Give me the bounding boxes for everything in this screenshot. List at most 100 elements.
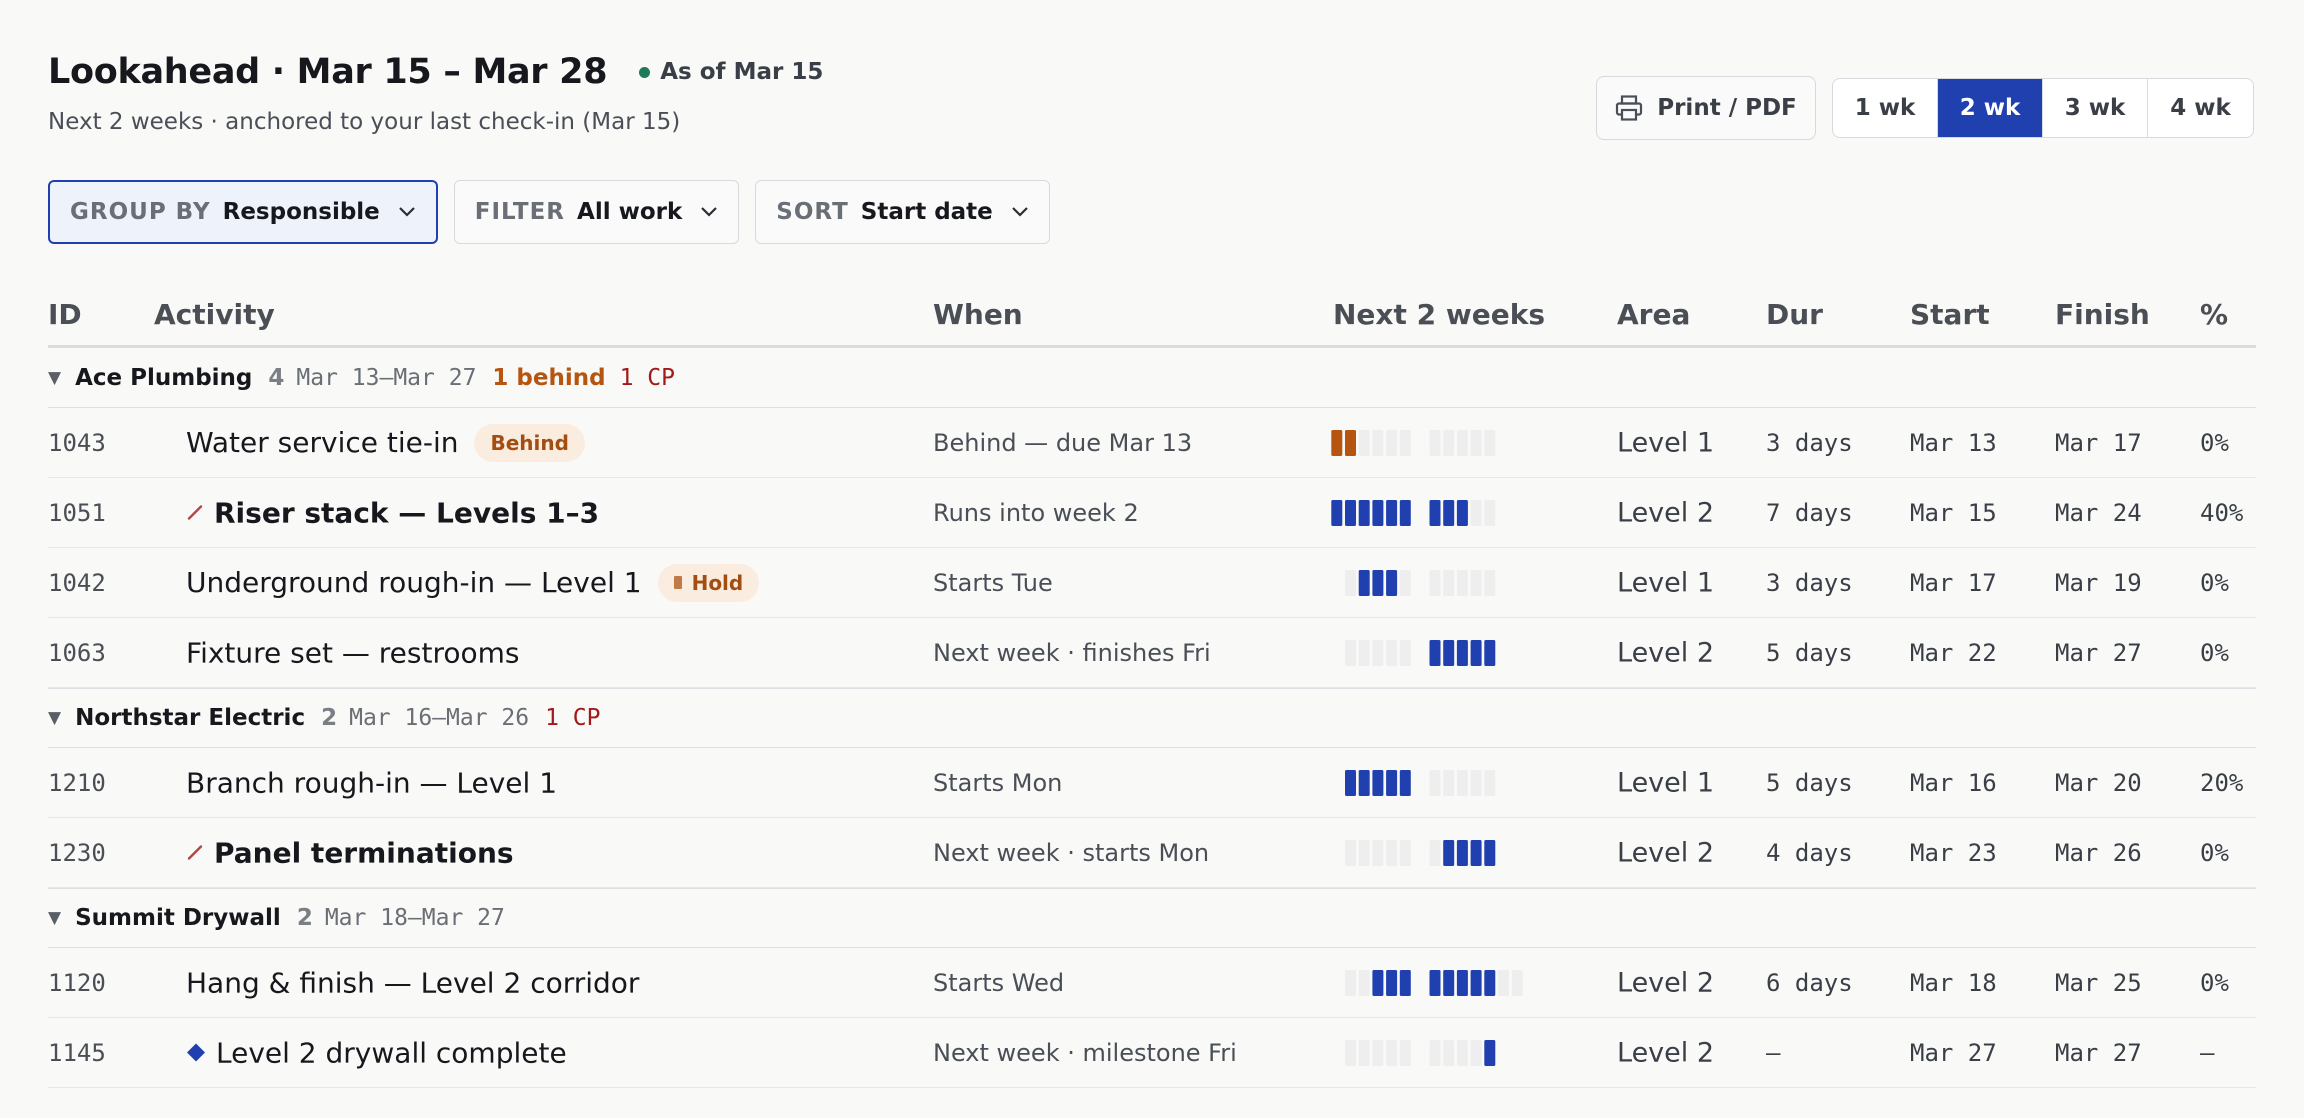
activity-name: Fixture set — restrooms [186,636,520,669]
activity-cell[interactable]: Panel terminations [186,836,514,869]
group-date-range: Mar 16–Mar 26 [349,705,530,731]
page-subtitle: Next 2 weeks · anchored to your last che… [48,109,681,135]
duration-value: 3 days [1766,428,1853,457]
lookahead-table: ID Activity When Next 2 weeks Area Dur S… [48,288,2256,1088]
activity-name: Branch rough-in — Level 1 [186,766,558,799]
finish-date: Mar 19 [2055,568,2142,597]
table-row[interactable]: 1063 Fixture set — restrooms Next week · f… [48,618,2256,688]
group-name: Summit Drywall [75,905,281,931]
bar-day-active [1484,1039,1496,1066]
schedule-bar-chart [1345,839,1496,866]
bar-day-empty [1399,569,1411,596]
activity-name: Panel terminations [214,836,514,869]
bar-day-empty [1429,1039,1441,1066]
finish-date: Mar 24 [2055,498,2142,527]
table-row[interactable]: 1210 Branch rough-in — Level 1 Starts Mon L… [48,748,2256,818]
activity-cell[interactable]: Water service tie-in Behind [186,423,585,462]
bar-day-empty [1443,569,1455,596]
page-title: Lookahead · Mar 15 – Mar 28 [48,52,608,92]
activity-cell[interactable]: Riser stack — Levels 1–3 [186,496,599,529]
as-of-label: As of Mar 15 [660,59,824,85]
duration-value: 5 days [1766,638,1853,667]
range-option-2-wk[interactable]: 2 wk [1938,79,2043,137]
column-header-id[interactable]: ID [48,298,82,331]
collapse-caret-icon[interactable]: ▼ [48,708,61,728]
bar-day-active [1386,569,1398,596]
start-date: Mar 17 [1910,568,1997,597]
range-option-4-wk[interactable]: 4 wk [2148,79,2253,137]
duration-value: 4 days [1766,838,1853,867]
group-row[interactable]: ▼ Summit Drywall 2 Mar 18–Mar 27 [48,888,2256,948]
group-by-dropdown[interactable]: GROUP BY Responsible [48,180,438,244]
schedule-bar-chart [1331,499,1496,526]
sort-key: SORT [776,199,849,225]
bar-day-empty [1386,429,1398,456]
bar-day-empty [1358,969,1370,996]
bar-day-empty [1386,1039,1398,1066]
activity-id: 1042 [48,568,106,597]
critical-path-icon [187,505,203,520]
start-date: Mar 15 [1910,498,1997,527]
bar-day-active [1331,429,1343,456]
sort-dropdown[interactable]: SORT Start date [755,180,1050,244]
table-row[interactable]: 1042 Underground rough-in — Level 1 Hold St… [48,548,2256,618]
activity-name: Water service tie-in [186,426,459,459]
activity-cell[interactable]: Level 2 drywall complete [186,1036,567,1069]
column-header-start[interactable]: Start [1910,298,1990,331]
table-row[interactable]: 1043 Water service tie-in Behind Behind — d… [48,408,2256,478]
group-row[interactable]: ▼ Northstar Electric 2 Mar 16–Mar 26 1 CP [48,688,2256,748]
column-header-finish[interactable]: Finish [2055,298,2150,331]
table-row[interactable]: 1120 Hang & finish — Level 2 corridor Star… [48,948,2256,1018]
activity-cell[interactable]: Underground rough-in — Level 1 Hold [186,563,760,602]
range-option-1-wk[interactable]: 1 wk [1833,79,1938,137]
start-date: Mar 27 [1910,1038,1997,1067]
range-option-3-wk[interactable]: 3 wk [2043,79,2148,137]
activity-cell[interactable]: Fixture set — restrooms [186,636,519,669]
when-text: Next week · milestone Fri [933,1038,1237,1067]
bar-day-active [1372,969,1384,996]
when-text: Starts Tue [933,568,1053,597]
bar-day-empty [1429,839,1441,866]
column-header-when[interactable]: When [933,298,1023,331]
filter-dropdown[interactable]: FILTER All work [453,180,740,244]
activity-cell[interactable]: Branch rough-in — Level 1 [186,766,557,799]
bar-day-empty [1484,769,1496,796]
schedule-bar-chart [1345,1039,1496,1066]
collapse-caret-icon[interactable]: ▼ [48,908,61,928]
schedule-bar [1331,1039,1531,1066]
bar-day-active [1456,969,1468,996]
column-header-dur[interactable]: Dur [1766,298,1823,331]
activity-cell[interactable]: Hang & finish — Level 2 corridor [186,966,639,999]
print-pdf-button[interactable]: Print / PDF [1596,76,1816,140]
bar-day-empty [1456,769,1468,796]
chevron-down-icon [1012,207,1028,217]
collapse-caret-icon[interactable]: ▼ [48,368,61,388]
table-row[interactable]: 1145 Level 2 drywall complete Next week · … [48,1018,2256,1088]
group-by-value: Responsible [222,199,380,225]
percent-complete: 40% [2200,498,2244,527]
table-row[interactable]: 1230 Panel terminations Next week · starts… [48,818,2256,888]
activity-id: 1063 [48,638,106,667]
bar-day-active [1358,769,1370,796]
activity-id: 1051 [48,498,106,527]
column-header-percent[interactable]: % [2200,298,2228,331]
area-value: Level 1 [1617,567,1715,598]
column-header-activity[interactable]: Activity [154,298,275,331]
bar-day-empty [1358,639,1370,666]
group-date-range: Mar 18–Mar 27 [324,905,505,931]
bar-day-active [1443,839,1455,866]
finish-date: Mar 25 [2055,968,2142,997]
group-count: 2 [296,905,313,931]
area-value: Level 2 [1617,967,1715,998]
table-row[interactable]: 1051 Riser stack — Levels 1–3 Runs into we… [48,478,2256,548]
group-row[interactable]: ▼ Ace Plumbing 4 Mar 13–Mar 27 1 behind 1 CP [48,348,2256,408]
bar-day-active [1484,969,1496,996]
hold-badge: Hold [657,563,760,602]
behind-badge: Behind [474,423,585,462]
column-header-area[interactable]: Area [1617,298,1690,331]
group-count: 4 [268,364,285,391]
bar-day-empty [1470,1039,1482,1066]
when-text: Starts Mon [933,768,1063,797]
group-date-range: Mar 13–Mar 27 [296,364,477,391]
bar-day-active [1345,769,1356,796]
